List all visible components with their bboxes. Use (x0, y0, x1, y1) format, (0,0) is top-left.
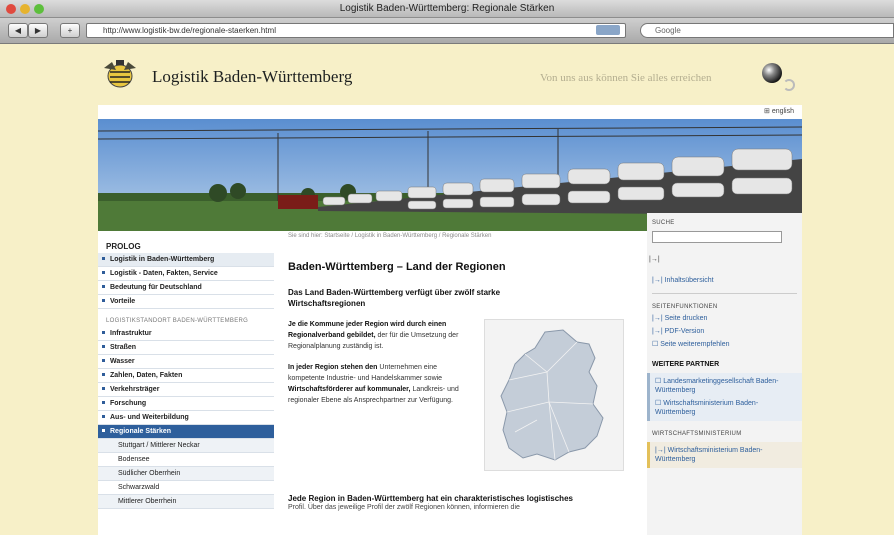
window-title: Logistik Baden-Württemberg: Regionale St… (339, 3, 555, 14)
minimize-window-icon[interactable] (20, 4, 30, 14)
ministry-box: |→| Wirtschaftsministerium Baden-Württem… (647, 442, 802, 468)
breadcrumb[interactable]: Sie sind hier: Startseite / Logistik in … (288, 231, 638, 239)
add-bookmark-button[interactable]: + (60, 23, 80, 38)
sitemap-link-label: Inhaltsübersicht (664, 277, 714, 284)
footer-text: Profil. Über das jeweilige Profil der zw… (288, 504, 520, 511)
sidebar-item-verkehrstraeger[interactable]: Verkehrsträger (98, 383, 274, 397)
ring-icon (783, 79, 795, 91)
language-link[interactable]: ⊞ english (764, 107, 794, 115)
partner-link-ministerium[interactable]: ☐ Wirtschaftsministerium Baden-Württembe… (650, 397, 802, 419)
paragraph-2-bold-2: Wirtschaftsförderer auf kommunaler, (288, 386, 411, 393)
coat-of-arms-logo-icon[interactable] (98, 58, 142, 90)
regions-map[interactable] (484, 319, 624, 471)
print-page-link[interactable]: |→| Seite drucken (647, 312, 802, 325)
sidebar-item-strassen[interactable]: Straßen (98, 341, 274, 355)
ministry-section-label: WIRTSCHAFTSMINISTERIUM (652, 431, 742, 437)
sidebar-item-vorteile[interactable]: Vorteile (98, 295, 274, 309)
sidebar-item-ausbildung[interactable]: Aus- und Weiterbildung (98, 411, 274, 425)
ministry-link-label: Wirtschaftsministerium Baden-Württemberg (655, 447, 763, 463)
back-button[interactable]: ◀ (8, 23, 28, 38)
url-text: http://www.logistik-bw.de/regionale-stae… (103, 26, 276, 35)
print-page-label: Seite drucken (664, 315, 708, 322)
sidebar-item-regionale-staerken[interactable]: Regionale Stärken (98, 425, 274, 439)
sidebar-subitem-mittlerer-oberrhein[interactable]: Mittlerer Oberrhein (98, 495, 274, 509)
sidebar-item-infrastruktur[interactable]: Infrastruktur (98, 327, 274, 341)
search-field[interactable]: Google (640, 23, 894, 38)
forward-button[interactable]: ▶ (28, 23, 48, 38)
sidebar-item-forschung[interactable]: Forschung (98, 397, 274, 411)
sidebar-subitem-bodensee[interactable]: Bodensee (98, 453, 274, 467)
lead-text: Das Land Baden-Württemberg verfügt über … (288, 288, 501, 308)
recommend-page-link[interactable]: ☐ Seite weiterempfehlen (647, 338, 802, 351)
close-window-icon[interactable] (6, 4, 16, 14)
sidebar-item-wasser[interactable]: Wasser (98, 355, 274, 369)
search-section-label: SUCHE (652, 220, 675, 226)
partner-box: ☐ Landesmarketinggesellschaft Baden-Würt… (647, 373, 802, 421)
main-content: Sie sind hier: Startseite / Logistik in … (288, 231, 638, 535)
rss-icon[interactable] (596, 25, 620, 35)
right-column: SUCHE |→| |→| Inhaltsübersicht SEITENFUN… (647, 213, 802, 535)
partner-link-marketing[interactable]: ☐ Landesmarketinggesellschaft Baden-Würt… (650, 375, 802, 397)
partner-heading: WEITERE PARTNER (652, 361, 720, 368)
sidebar-heading: PROLOG (106, 242, 141, 251)
sidebar-subitem-suedlicher-oberrhein[interactable]: Südlicher Oberrhein (98, 467, 274, 481)
sitemap-link[interactable]: |→| Inhaltsübersicht (647, 274, 802, 287)
site-slogan: Von uns aus können Sie alles erreichen (540, 72, 712, 84)
zoom-window-icon[interactable] (34, 4, 44, 14)
language-label: english (771, 108, 794, 115)
partner-link-ministerium-label: Wirtschaftsministerium Baden-Württemberg (655, 400, 759, 416)
paragraph-2: In jeder Region stehen den Unternehmen e… (288, 362, 463, 406)
page-viewport: Logistik Baden-Württemberg Von uns aus k… (0, 45, 894, 535)
window-controls (6, 4, 44, 14)
footer-lead: Jede Region in Baden-Württemberg hat ein… (288, 494, 573, 503)
address-bar[interactable]: http://www.logistik-bw.de/regionale-stae… (86, 23, 626, 38)
sidebar-item-bedeutung[interactable]: Bedeutung für Deutschland (98, 281, 274, 295)
ministry-link[interactable]: |→| Wirtschaftsministerium Baden-Württem… (650, 444, 802, 466)
paragraph-2-bold: In jeder Region stehen den (288, 364, 378, 371)
site-search-go-button[interactable]: |→| (649, 256, 660, 263)
browser-toolbar: ◀ ▶ + http://www.logistik-bw.de/regional… (0, 18, 894, 44)
left-navigation: PROLOG Logistik in Baden-Württemberg Log… (98, 231, 274, 535)
site-logo-text[interactable]: Logistik Baden-Württemberg (152, 67, 352, 87)
sidebar-item-daten-service[interactable]: Logistik - Daten, Fakten, Service (98, 267, 274, 281)
sidebar-subitem-stuttgart[interactable]: Stuttgart / Mittlerer Neckar (98, 439, 274, 453)
sidebar-item-zahlen[interactable]: Zahlen, Daten, Fakten (98, 369, 274, 383)
page-functions-label: SEITENFUNKTIONEN (652, 304, 718, 310)
pdf-version-link[interactable]: |→| PDF-Version (647, 325, 802, 338)
paragraph-1: Je die Kommune jeder Region wird durch e… (288, 319, 463, 352)
pdf-version-label: PDF-Version (664, 328, 705, 335)
page-title: Baden-Württemberg – Land der Regionen (288, 261, 506, 273)
search-placeholder: Google (655, 26, 681, 35)
site-search-input[interactable] (652, 231, 782, 243)
bowling-ball-icon (762, 63, 782, 83)
partner-link-marketing-label: Landesmarketinggesellschaft Baden-Württe… (655, 378, 779, 394)
sidebar-section-label: LOGISTIKSTANDORT BADEN-WÜRTTEMBERG (106, 318, 249, 324)
window-titlebar: Logistik Baden-Württemberg: Regionale St… (0, 0, 894, 18)
sidebar-item-logistik-bw[interactable]: Logistik in Baden-Württemberg (98, 253, 274, 267)
page-container: ⊞ english PROLOG Logistik in Baden-Württ… (98, 105, 802, 535)
sidebar-subitem-schwarzwald[interactable]: Schwarzwald (98, 481, 274, 495)
recommend-page-label: Seite weiterempfehlen (660, 341, 730, 348)
